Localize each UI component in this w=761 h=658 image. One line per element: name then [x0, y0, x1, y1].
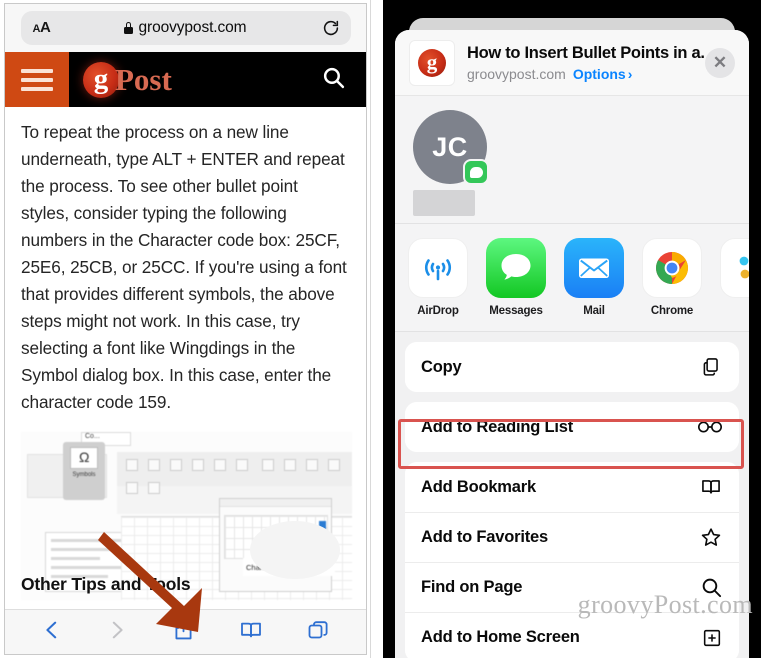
messages-icon [486, 238, 546, 298]
left-panel-safari-page: AA AA groovypost.com [0, 0, 371, 658]
action-label: Add to Favorites [421, 528, 548, 546]
safari-bottom-toolbar [5, 609, 366, 654]
action-row-find-on-page[interactable]: Find on Page [405, 562, 739, 612]
app-partial[interactable] [719, 238, 749, 305]
chrome-icon [642, 238, 702, 298]
action-row-add-to-favorites[interactable]: Add to Favorites [405, 512, 739, 562]
action-row-copy[interactable]: Copy [405, 342, 739, 392]
action-label: Add Bookmark [421, 477, 536, 496]
plus-square-icon [697, 627, 723, 649]
share-actions-list: Copy Add to Reading List Add Bookmark Ad… [395, 342, 749, 658]
action-card-copy: Copy [405, 342, 739, 392]
hamburger-menu-icon[interactable] [5, 52, 69, 107]
glasses-icon [697, 418, 723, 436]
action-row-add-bookmark[interactable]: Add Bookmark [405, 462, 739, 512]
site-header: g Post [5, 52, 366, 107]
share-sheet-header: g How to Insert Bullet Points in a... gr… [395, 30, 749, 96]
lock-icon [124, 22, 134, 34]
book-icon[interactable] [239, 618, 263, 647]
action-label: Add to Reading List [421, 417, 574, 436]
chevron-right-icon: › [627, 65, 633, 82]
right-panel-share-sheet: g How to Insert Bullet Points in a... gr… [383, 0, 761, 658]
contact-name-redacted [413, 190, 475, 216]
favicon-letter: g [418, 48, 446, 77]
phone-screen-left: AA AA groovypost.com [4, 3, 367, 655]
screenshot-root: AA AA groovypost.com [0, 0, 761, 658]
site-logo[interactable]: g Post [83, 61, 172, 98]
share-sheet-title-block: How to Insert Bullet Points in a... groo… [467, 44, 705, 82]
url-center: groovypost.com [21, 19, 351, 37]
safari-address-bar: AA AA groovypost.com [5, 4, 366, 52]
logo-g-icon: g [83, 61, 119, 98]
star-icon [697, 526, 723, 549]
action-row-add-to-reading-list[interactable]: Add to Reading List [405, 402, 739, 452]
app-mail[interactable]: Mail [563, 238, 625, 317]
mail-icon [564, 238, 624, 298]
tabs-icon[interactable] [306, 618, 330, 647]
app-label: Mail [583, 305, 605, 317]
share-sheet: g How to Insert Bullet Points in a... gr… [395, 30, 749, 658]
page-domain: groovypost.com [467, 65, 566, 82]
suggested-contacts-row: JC [395, 96, 749, 224]
url-text: groovypost.com [138, 19, 247, 36]
avatar-wrap: JC [413, 110, 489, 185]
page-title: How to Insert Bullet Points in a... [467, 43, 705, 62]
airdrop-icon [408, 238, 468, 298]
app-airdrop[interactable]: AirDrop [407, 238, 469, 317]
partial-app-icon [720, 238, 749, 298]
forward-chevron-icon [106, 618, 128, 647]
close-icon[interactable]: ✕ [705, 47, 735, 78]
share-apps-row: AirDrop Messages Mail Chrome [395, 224, 749, 332]
copy-icon [697, 355, 723, 379]
action-card-rest: Add Bookmark Add to Favorites Find on Pa… [405, 462, 739, 658]
app-chrome[interactable]: Chrome [641, 238, 703, 317]
screenshot-symbols-button: Symbols [63, 442, 105, 500]
app-label: Messages [489, 305, 543, 317]
contact-suggestion[interactable]: JC [413, 110, 489, 216]
action-row-add-to-home-screen[interactable]: Add to Home Screen [405, 612, 739, 658]
article-paragraph: To repeat the process on a new line unde… [21, 122, 347, 412]
action-label: Copy [421, 357, 462, 376]
reload-icon[interactable] [322, 19, 340, 37]
app-label: Chrome [650, 305, 694, 317]
action-card-reading-list: Add to Reading List [405, 402, 739, 452]
options-label: Options [572, 65, 626, 82]
action-label: Add to Home Screen [421, 628, 580, 646]
article-content: To repeat the process on a new line unde… [5, 107, 366, 609]
url-field[interactable]: AA AA groovypost.com [20, 11, 351, 45]
article-heading: Other Tips and Tools [21, 574, 191, 594]
search-icon[interactable] [321, 65, 346, 95]
decorative-smudge [250, 521, 340, 579]
book-icon [697, 476, 723, 498]
page-subtitle: groovypost.com Options › [467, 66, 705, 82]
logo-word: Post [115, 61, 172, 97]
magnifier-icon [697, 576, 723, 599]
app-label: AirDrop [417, 305, 459, 317]
text-size-button[interactable]: AA AA [33, 20, 51, 36]
action-label: Find on Page [421, 578, 523, 596]
messages-badge-icon [463, 159, 489, 185]
favicon: g [409, 39, 455, 86]
back-chevron-icon[interactable] [41, 618, 63, 647]
app-messages[interactable]: Messages [485, 238, 547, 317]
options-link[interactable]: Options › [573, 66, 633, 82]
share-icon[interactable] [172, 617, 195, 647]
